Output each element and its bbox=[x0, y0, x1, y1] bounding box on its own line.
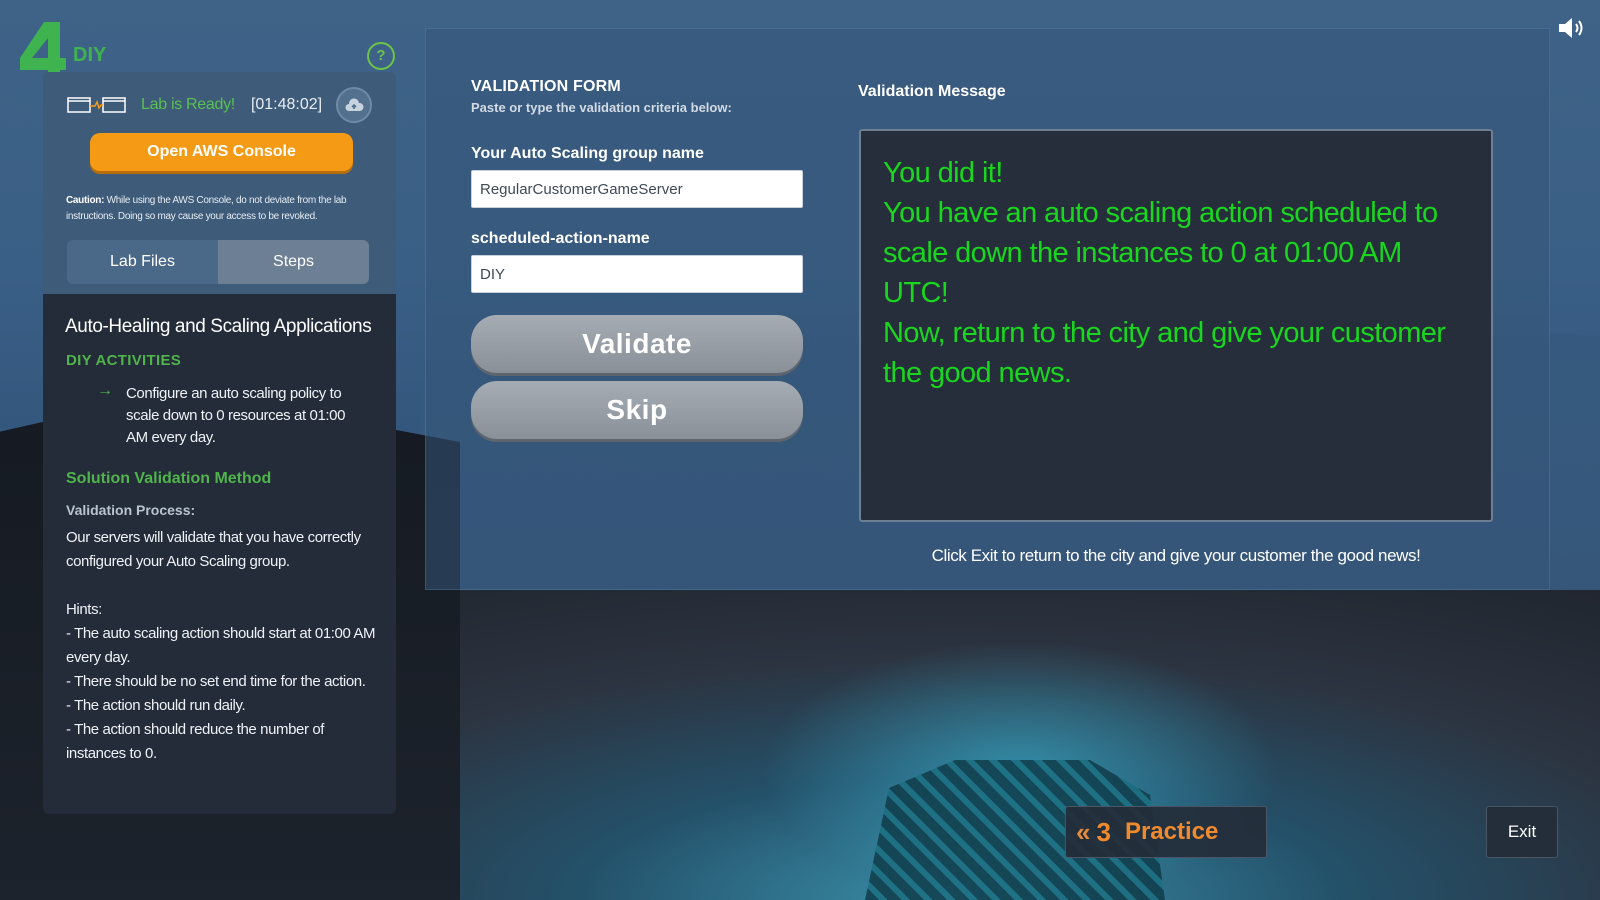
activity-item: Configure an auto scaling policy to scal… bbox=[126, 385, 346, 446]
open-aws-console-button[interactable]: Open AWS Console bbox=[90, 133, 353, 171]
practice-number: 3 bbox=[1096, 816, 1111, 847]
level-title: DIY bbox=[73, 44, 107, 66]
activities-heading: DIY ACTIVITIES bbox=[66, 352, 182, 369]
validation-message-title: Validation Message bbox=[858, 83, 1006, 100]
practice-button[interactable]: « 3 Practice bbox=[1065, 806, 1267, 858]
double-chevron-left-icon: « bbox=[1076, 816, 1091, 847]
lab-status-row: Lab is Ready! [01:48:02] bbox=[67, 87, 387, 123]
validation-form-title: VALIDATION FORM bbox=[471, 78, 621, 95]
skip-button[interactable]: Skip bbox=[471, 381, 803, 439]
exit-instruction: Click Exit to return to the city and giv… bbox=[931, 546, 1421, 565]
tab-steps[interactable]: Steps bbox=[218, 240, 369, 284]
message-line: You did it! bbox=[883, 157, 1003, 189]
scheduled-action-label: scheduled-action-name bbox=[471, 230, 650, 247]
hint-item: - The auto scaling action should start a… bbox=[66, 625, 376, 666]
lab-status-text: Lab is Ready! bbox=[141, 96, 235, 113]
hint-item: - There should be no set end time for th… bbox=[66, 673, 366, 690]
hints-list: Hints: - The auto scaling action should … bbox=[66, 598, 386, 766]
connection-windows-icon bbox=[67, 96, 127, 114]
practice-label: Practice bbox=[1124, 818, 1219, 845]
hints-heading: Hints: bbox=[66, 601, 102, 618]
lab-timer: [01:48:02] bbox=[250, 96, 323, 113]
caution-text: While using the AWS Console, do not devi… bbox=[66, 195, 347, 222]
process-heading: Validation Process: bbox=[66, 502, 196, 518]
arrow-right-icon: → bbox=[97, 382, 113, 399]
validate-button[interactable]: Validate bbox=[471, 315, 803, 373]
lab-tabs: Lab Files Steps bbox=[67, 240, 369, 284]
message-line: Now, return to the city and give your cu… bbox=[883, 317, 1446, 389]
asg-name-label: Your Auto Scaling group name bbox=[471, 145, 704, 162]
hint-item: - The action should reduce the number of… bbox=[66, 721, 325, 762]
asg-name-input[interactable] bbox=[471, 170, 803, 208]
solution-heading: Solution Validation Method bbox=[66, 470, 272, 487]
validation-form-subtitle: Paste or type the validation criteria be… bbox=[471, 100, 732, 115]
exit-button[interactable]: Exit bbox=[1486, 806, 1558, 858]
cloud-upload-icon[interactable] bbox=[336, 87, 373, 123]
caution-notice: Caution: While using the AWS Console, do… bbox=[66, 193, 386, 225]
validation-message-box: You did it! You have an auto scaling act… bbox=[859, 129, 1493, 522]
caution-label: Caution: bbox=[66, 195, 105, 206]
scheduled-action-input[interactable] bbox=[471, 255, 803, 293]
tab-lab-files[interactable]: Lab Files bbox=[67, 240, 218, 284]
course-title: Auto-Healing and Scaling Applications bbox=[65, 316, 372, 337]
process-text: Our servers will validate that you have … bbox=[66, 529, 361, 570]
help-icon[interactable]: ? bbox=[367, 42, 395, 70]
speaker-icon[interactable] bbox=[1556, 14, 1588, 42]
message-line: You have an auto scaling action schedule… bbox=[883, 197, 1438, 309]
hint-item: - The action should run daily. bbox=[66, 697, 246, 714]
